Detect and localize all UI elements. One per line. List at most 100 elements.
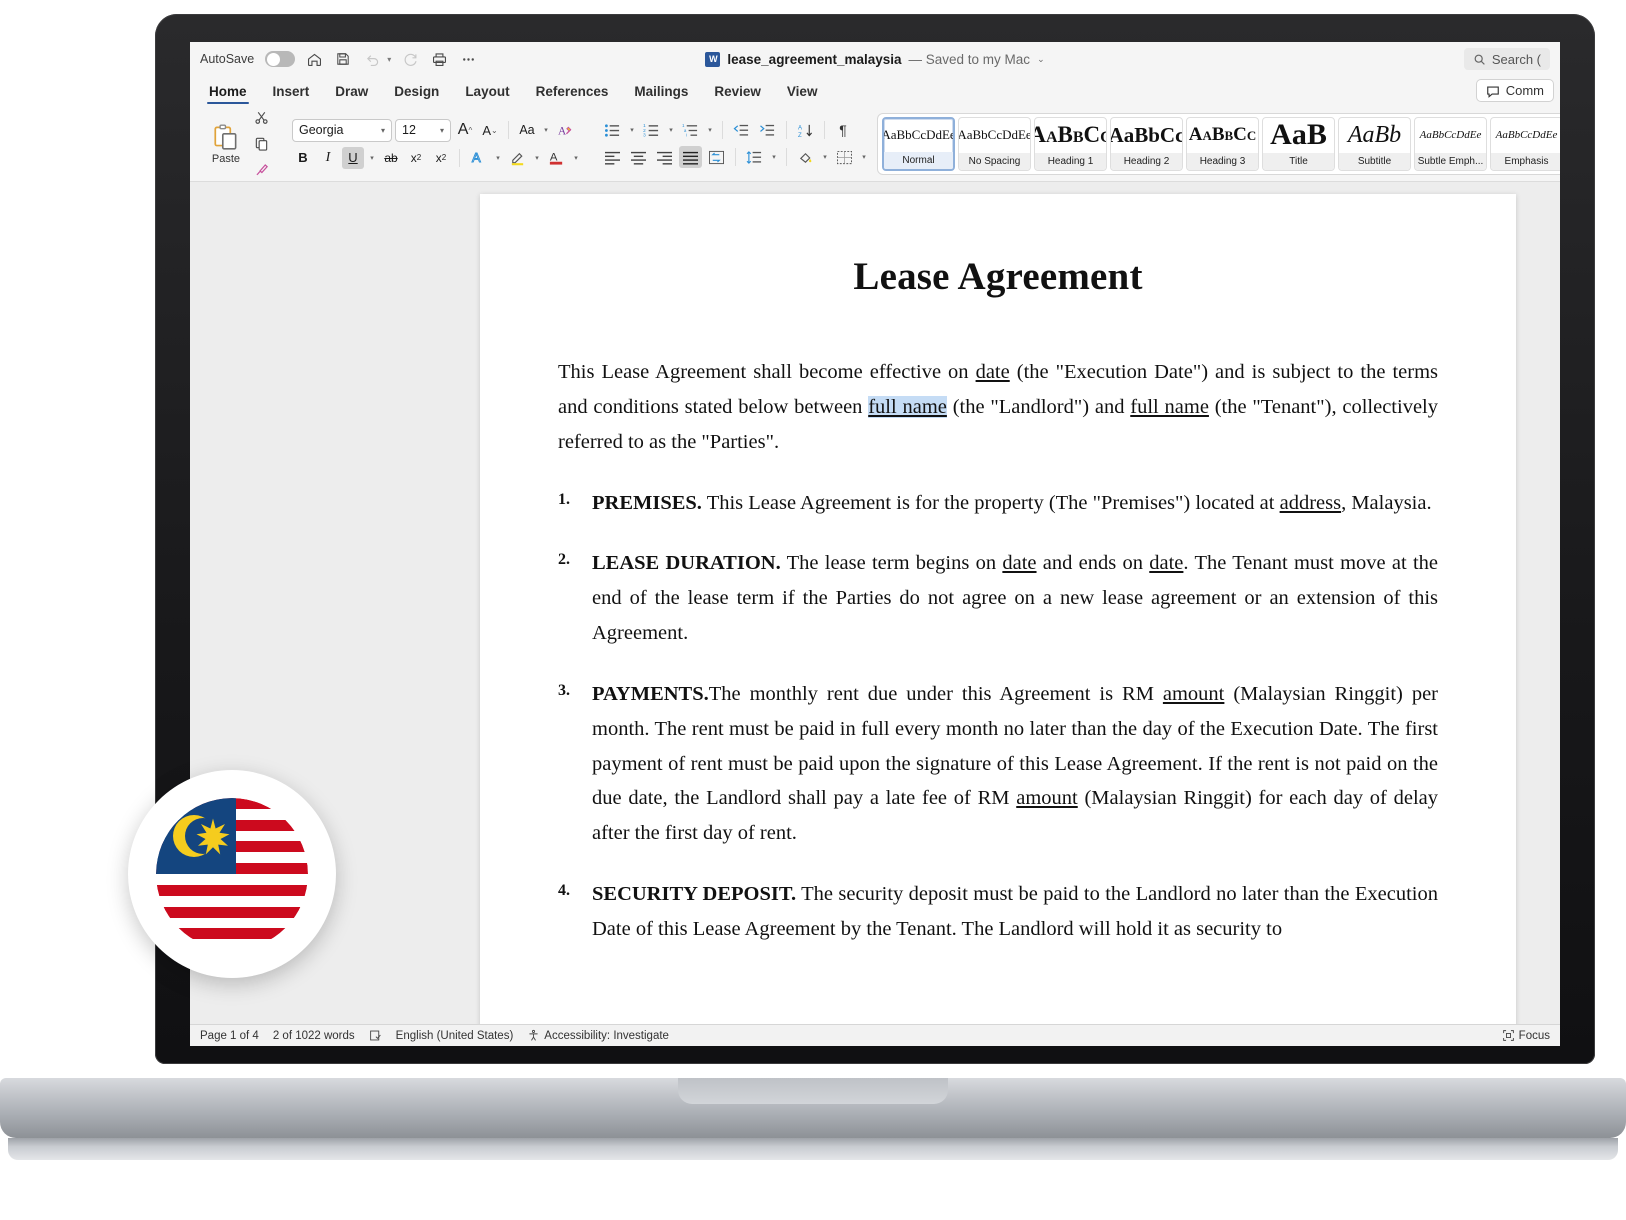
line-spacing-button[interactable] <box>743 146 766 168</box>
tab-design[interactable]: Design <box>381 81 452 104</box>
tab-layout[interactable]: Layout <box>452 81 522 104</box>
scissors-icon <box>254 112 268 124</box>
status-page[interactable]: Page 1 of 4 <box>200 1030 259 1042</box>
text-direction-button[interactable] <box>705 146 728 168</box>
shading-button[interactable] <box>794 146 817 168</box>
status-word-count[interactable]: 2 of 1022 words <box>273 1030 355 1042</box>
copy-button[interactable] <box>250 133 272 155</box>
tab-home[interactable]: Home <box>196 81 260 104</box>
style-subtle-emphasis[interactable]: AaBbCcDdEe Subtle Emph... <box>1414 116 1487 171</box>
text-effects-button[interactable]: A <box>467 147 490 169</box>
style-label: Heading 1 <box>1035 152 1106 170</box>
borders-chevron-down-icon[interactable]: ▾ <box>859 153 869 161</box>
blank-late-fee-amount[interactable]: amount <box>1016 787 1078 809</box>
style-label: Subtle Emph... <box>1415 152 1486 170</box>
text-effects-chevron-down-icon[interactable]: ▾ <box>493 154 503 162</box>
blank-start-date[interactable]: date <box>1002 552 1036 574</box>
paste-button[interactable]: Paste <box>204 122 248 165</box>
blank-address[interactable]: address <box>1280 492 1341 514</box>
change-case-chevron-down-icon[interactable]: ▾ <box>541 126 551 134</box>
underline-chevron-down-icon[interactable]: ▾ <box>367 154 377 162</box>
status-bar: Page 1 of 4 2 of 1022 words English (Uni… <box>190 1024 1560 1046</box>
shading-bucket-icon <box>799 152 812 163</box>
paragraph-row-top: ▾ 1 2 3 ▾ 1 a i ▾ A Z ¶ <box>601 119 869 141</box>
numbering-chevron-down-icon[interactable]: ▾ <box>666 126 676 134</box>
blank-date[interactable]: date <box>976 361 1010 383</box>
align-center-button[interactable] <box>627 146 650 168</box>
shading-chevron-down-icon[interactable]: ▾ <box>820 153 830 161</box>
show-formatting-button[interactable]: ¶ <box>832 119 854 141</box>
document-name[interactable]: lease_agreement_malaysia <box>727 52 901 67</box>
style-no-spacing[interactable]: AaBbCcDdEe No Spacing <box>958 116 1031 171</box>
style-emphasis[interactable]: AaBbCcDdEe Emphasis <box>1490 116 1560 171</box>
style-title[interactable]: AaB Title <box>1262 116 1335 171</box>
style-normal[interactable]: AaBbCcDdEe Normal <box>882 116 955 171</box>
autosave-toggle[interactable] <box>265 51 296 67</box>
style-heading-1[interactable]: AaBbCc Heading 1 <box>1034 116 1107 171</box>
document-page[interactable]: Lease Agreement This Lease Agreement sha… <box>480 194 1516 1024</box>
clause-number: 3. <box>558 681 570 699</box>
status-language[interactable]: English (United States) <box>396 1030 514 1042</box>
tab-draw[interactable]: Draw <box>322 81 381 104</box>
blank-end-date[interactable]: date <box>1149 552 1183 574</box>
align-right-button[interactable] <box>653 146 676 168</box>
redo-icon[interactable] <box>400 49 420 69</box>
font-family-select[interactable]: Georgia ▾ <box>292 118 392 142</box>
print-icon[interactable] <box>429 49 449 69</box>
tab-view[interactable]: View <box>774 81 831 104</box>
blank-full-name-2[interactable]: full name <box>1130 396 1209 418</box>
justify-button[interactable] <box>679 146 702 168</box>
style-subtitle[interactable]: AaBb Subtitle <box>1338 116 1411 171</box>
font-size-select[interactable]: 12 ▾ <box>395 118 451 142</box>
comments-button[interactable]: Comm <box>1475 79 1554 102</box>
style-heading-3[interactable]: AaBbCc Heading 3 <box>1186 116 1259 171</box>
tab-references[interactable]: References <box>523 81 622 104</box>
italic-button[interactable]: I <box>317 147 339 169</box>
highlight-button[interactable] <box>506 147 529 169</box>
strikethrough-button[interactable]: ab <box>380 147 402 169</box>
blank-full-name-selected[interactable]: full name <box>868 396 947 418</box>
subscript-button[interactable]: x2 <box>405 147 427 169</box>
numbered-list-button[interactable]: 1 2 3 <box>640 119 663 141</box>
justify-icon <box>683 151 698 165</box>
underline-button[interactable]: U <box>342 146 364 169</box>
undo-chevron-down-icon[interactable]: ▾ <box>387 55 391 64</box>
blank-rent-amount[interactable]: amount <box>1163 683 1225 705</box>
more-icon[interactable] <box>458 49 478 69</box>
highlight-chevron-down-icon[interactable]: ▾ <box>532 154 542 162</box>
title-chevron-down-icon[interactable]: ⌄ <box>1037 54 1045 65</box>
save-icon[interactable] <box>333 49 353 69</box>
multilevel-list-button[interactable]: 1 a i <box>679 119 702 141</box>
align-left-button[interactable] <box>601 146 624 168</box>
tab-insert[interactable]: Insert <box>260 81 323 104</box>
increase-indent-button[interactable] <box>756 119 779 141</box>
bullet-chevron-down-icon[interactable]: ▾ <box>627 126 637 134</box>
tab-review[interactable]: Review <box>701 81 774 104</box>
font-color-button[interactable]: A <box>545 147 568 169</box>
multilevel-chevron-down-icon[interactable]: ▾ <box>705 126 715 134</box>
document-canvas[interactable]: Lease Agreement This Lease Agreement sha… <box>190 182 1560 1024</box>
shrink-font-button[interactable]: A ⌄ <box>479 119 501 141</box>
borders-button[interactable] <box>833 146 856 168</box>
bullet-list-button[interactable] <box>601 119 624 141</box>
line-spacing-chevron-down-icon[interactable]: ▾ <box>769 153 779 161</box>
decrease-indent-button[interactable] <box>730 119 753 141</box>
undo-icon[interactable] <box>362 49 382 69</box>
home-icon[interactable] <box>304 49 324 69</box>
style-heading-2[interactable]: AaBbCc Heading 2 <box>1110 116 1183 171</box>
change-case-button[interactable]: Aa <box>516 119 538 141</box>
focus-button[interactable]: Focus <box>1502 1029 1550 1042</box>
sort-button[interactable]: A Z <box>794 119 817 141</box>
clear-formatting-button[interactable]: A <box>554 119 577 141</box>
search-box[interactable]: Search ( <box>1463 48 1550 70</box>
tab-mailings[interactable]: Mailings <box>621 81 701 104</box>
superscript-button[interactable]: x2 <box>430 147 452 169</box>
font-color-chevron-down-icon[interactable]: ▾ <box>571 154 581 162</box>
format-painter-button[interactable] <box>250 159 272 181</box>
proofing-icon[interactable] <box>369 1029 382 1042</box>
grow-font-button[interactable]: A ^ <box>454 119 476 141</box>
bold-button[interactable]: B <box>292 147 314 169</box>
style-preview: AaBb <box>1347 121 1402 148</box>
status-accessibility[interactable]: Accessibility: Investigate <box>527 1029 669 1042</box>
cut-button[interactable] <box>250 107 272 129</box>
